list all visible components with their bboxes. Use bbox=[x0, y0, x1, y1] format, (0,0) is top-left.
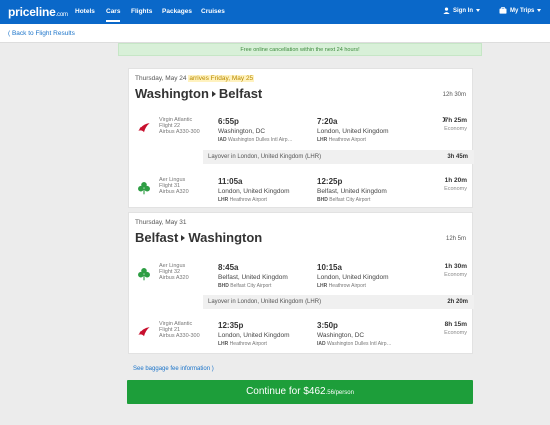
arrival-info: 10:15a London, United Kingdom LHR Heathrow… bbox=[317, 263, 389, 289]
chevron-down-icon bbox=[476, 9, 480, 12]
airline-info: Aer Lingus Flight 31 Airbus A320 bbox=[159, 177, 189, 195]
top-nav-bar: priceline.com Hotels Cars Flights Packag… bbox=[0, 0, 550, 24]
airline-info: Aer Lingus Flight 32 Airbus A320 bbox=[159, 263, 189, 281]
continue-price-cents: .56/person bbox=[325, 390, 354, 396]
nav-flights[interactable]: Flights bbox=[131, 8, 152, 15]
segment-duration: 7h 25m Economy bbox=[439, 117, 467, 132]
departure-info: 6:55p Washington, DC IAD Washington Dulles… bbox=[218, 117, 293, 143]
return-trip-card: Thursday, May 31 Belfast Washington 12h 5… bbox=[128, 212, 474, 354]
layover-bar: Layover in London, United Kingdom (LHR) 3… bbox=[203, 150, 474, 164]
outbound-trip-card: Thursday, May 24 arrives Friday, May 25 … bbox=[128, 68, 474, 209]
back-to-flight-results-link[interactable]: ( Back to Flight Results bbox=[8, 30, 75, 37]
flight-segment[interactable]: Aer Lingus Flight 31 Airbus A320 11:05a Lon… bbox=[129, 173, 474, 209]
virgin-atlantic-logo bbox=[138, 123, 150, 133]
sign-in-menu[interactable]: Sign In bbox=[443, 7, 480, 14]
airline-info: Virgin Atlantic Flight 22 Airbus A330-300 bbox=[159, 117, 200, 135]
my-trips-menu[interactable]: My Trips bbox=[499, 7, 542, 14]
flight-segment[interactable]: Virgin Atlantic Flight 22 Airbus A330-300 … bbox=[129, 113, 474, 149]
outbound-route-title: Washington Belfast bbox=[135, 86, 263, 101]
outbound-total-duration: 12h 30m bbox=[442, 92, 466, 98]
nav-cars[interactable]: Cars bbox=[106, 8, 121, 22]
my-trips-label: My Trips bbox=[510, 7, 535, 14]
arrival-info: 12:25p Belfast, United Kingdom BHD Belfast… bbox=[317, 177, 387, 203]
flight-segment[interactable]: Aer Lingus Flight 32 Airbus A320 8:45a Belf… bbox=[129, 259, 474, 295]
arrival-info: 3:50p Washington, DC IAD Washington Dulles… bbox=[317, 321, 392, 347]
flight-segment[interactable]: Virgin Atlantic Flight 21 Airbus A330-300 … bbox=[129, 317, 474, 353]
nav-hotels[interactable]: Hotels bbox=[75, 8, 95, 15]
departure-info: 11:05a London, United Kingdom LHR Heathrow… bbox=[218, 177, 290, 203]
return-total-duration: 12h 5m bbox=[445, 236, 466, 242]
moon-icon bbox=[439, 117, 444, 122]
airline-info: Virgin Atlantic Flight 21 Airbus A330-300 bbox=[159, 321, 200, 339]
departure-info: 12:35p London, United Kingdom LHR Heathrow… bbox=[218, 321, 290, 347]
baggage-fee-link[interactable]: See baggage fee information ) bbox=[133, 366, 214, 372]
continue-label: Continue for $462 bbox=[246, 386, 326, 397]
outbound-date: Thursday, May 24 arrives Friday, May 25 bbox=[135, 75, 255, 82]
priceline-logo[interactable]: priceline.com bbox=[8, 5, 68, 19]
virgin-atlantic-logo bbox=[138, 327, 150, 337]
continue-button[interactable]: Continue for $462.56/person bbox=[127, 380, 473, 404]
segment-duration: 8h 15m Economy bbox=[444, 321, 467, 336]
segment-duration: 1h 30m Economy bbox=[444, 263, 467, 278]
sub-header: ( Back to Flight Results bbox=[0, 24, 550, 43]
return-date: Thursday, May 31 bbox=[135, 219, 187, 226]
cancellation-notice: Free online cancellation within the next… bbox=[118, 43, 482, 56]
suitcase-icon bbox=[499, 7, 507, 14]
segment-duration: 1h 20m Economy bbox=[444, 177, 467, 192]
arrives-badge: arrives Friday, May 25 bbox=[188, 75, 255, 82]
user-icon bbox=[443, 7, 450, 14]
chevron-down-icon bbox=[537, 9, 542, 12]
aer-lingus-shamrock-logo bbox=[138, 268, 150, 281]
return-route-title: Belfast Washington bbox=[135, 230, 263, 245]
arrival-info: 7:20a London, United Kingdom LHR Heathrow … bbox=[317, 117, 389, 143]
nav-cruises[interactable]: Cruises bbox=[201, 8, 225, 15]
sign-in-label: Sign In bbox=[453, 7, 473, 14]
arrow-right-icon bbox=[211, 90, 216, 97]
arrow-right-icon bbox=[181, 234, 186, 241]
aer-lingus-shamrock-logo bbox=[138, 182, 150, 195]
departure-info: 8:45a Belfast, United Kingdom BHD Belfast … bbox=[218, 263, 288, 289]
layover-bar: Layover in London, United Kingdom (LHR) 2… bbox=[203, 295, 474, 309]
nav-packages[interactable]: Packages bbox=[162, 8, 192, 15]
